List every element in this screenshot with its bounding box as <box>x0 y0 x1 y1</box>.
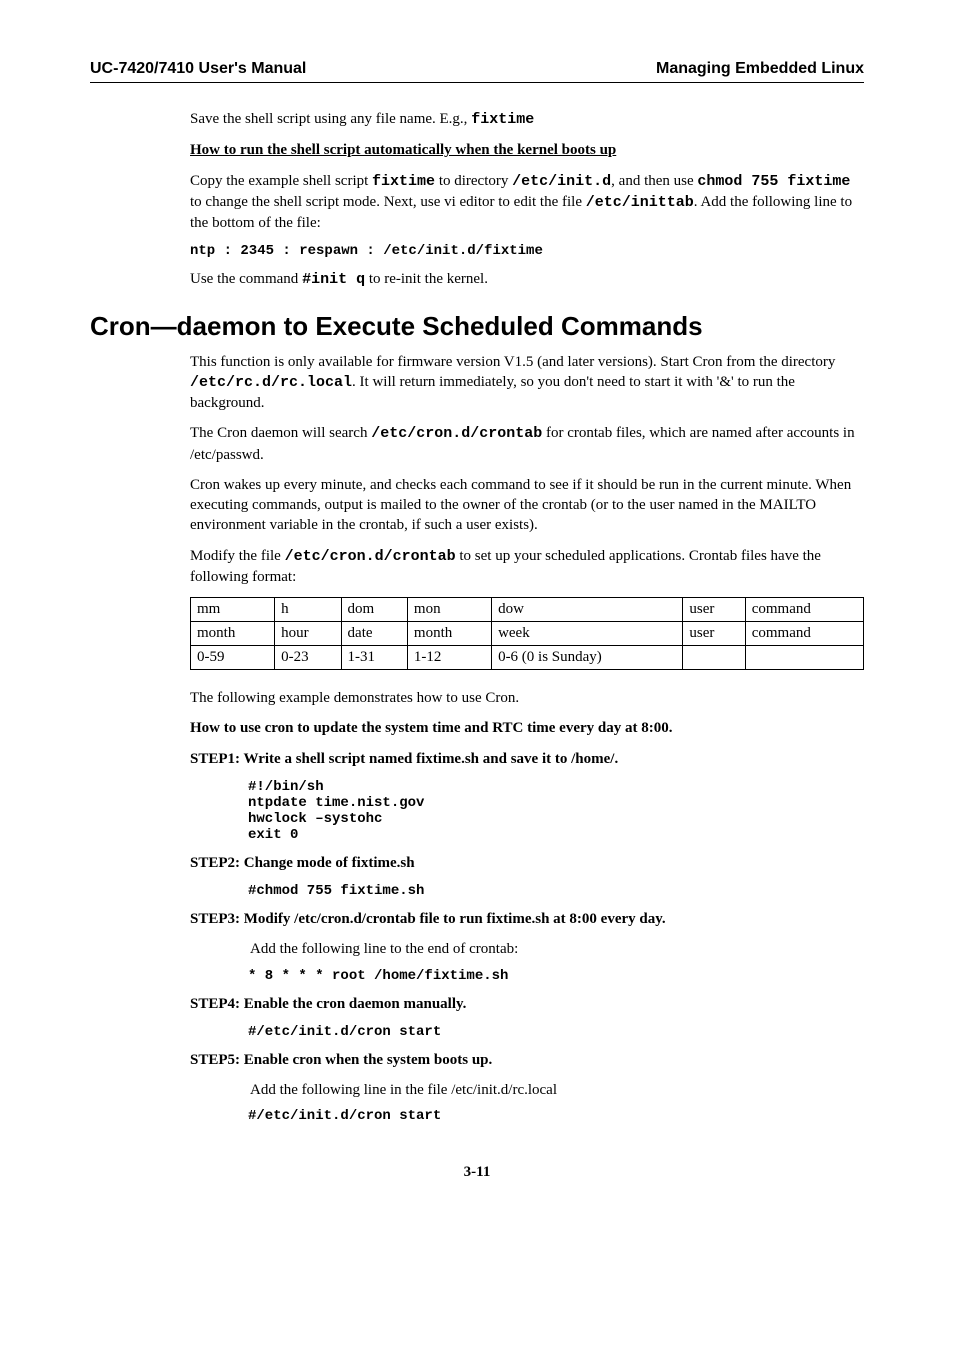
t: to change the shell script mode. Next, u… <box>190 194 586 210</box>
step5-text: Add the following line in the file /etc/… <box>250 1080 864 1100</box>
t: Use the command <box>190 271 302 287</box>
intro-block: Save the shell script using any file nam… <box>190 109 864 291</box>
usecmd-line: Use the command #init q to re-init the k… <box>190 269 864 290</box>
code: /etc/cron.d/crontab <box>285 548 456 565</box>
step3-title: STEP3: Modify /etc/cron.d/crontab file t… <box>190 909 864 929</box>
cron-p2: The Cron daemon will search /etc/cron.d/… <box>190 423 864 465</box>
cron-p1: This function is only available for firm… <box>190 352 864 414</box>
cell: mm <box>191 598 275 622</box>
cell: hour <box>275 622 341 646</box>
header-rule <box>90 82 864 83</box>
page: UC-7420/7410 User's Manual Managing Embe… <box>0 0 954 1231</box>
code: /etc/rc.d/rc.local <box>190 374 352 391</box>
t: Modify the file <box>190 548 285 564</box>
code: #init q <box>302 271 365 288</box>
t: to directory <box>435 173 512 189</box>
cron-p4: Modify the file /etc/cron.d/crontab to s… <box>190 546 864 588</box>
cell: month <box>191 622 275 646</box>
cron-block: This function is only available for firm… <box>190 352 864 1125</box>
code: /etc/inittab <box>586 194 694 211</box>
cell: 1-12 <box>407 646 491 670</box>
header-left: UC-7420/7410 User's Manual <box>90 60 306 78</box>
section-title: Cron—daemon to Execute Scheduled Command… <box>90 311 864 342</box>
step2-title: STEP2: Change mode of fixtime.sh <box>190 853 864 873</box>
step3-text: Add the following line to the end of cro… <box>250 939 864 959</box>
step5-code: #/etc/init.d/cron start <box>248 1108 864 1124</box>
howto-heading: How to run the shell script automaticall… <box>190 140 864 160</box>
step5-title: STEP5: Enable cron when the system boots… <box>190 1050 864 1070</box>
cell: user <box>683 622 745 646</box>
step2-code: #chmod 755 fixtime.sh <box>248 883 864 899</box>
code-fixtime: fixtime <box>471 111 534 128</box>
step4-title: STEP4: Enable the cron daemon manually. <box>190 994 864 1014</box>
cell: command <box>745 622 863 646</box>
cron-p3: Cron wakes up every minute, and checks e… <box>190 475 864 536</box>
copy-paragraph: Copy the example shell script fixtime to… <box>190 171 864 234</box>
t: Copy the example shell script <box>190 173 372 189</box>
cell: dow <box>492 598 683 622</box>
code: chmod 755 fixtime <box>697 173 850 190</box>
cell: h <box>275 598 341 622</box>
step1-code: #!/bin/sh ntpdate time.nist.gov hwclock … <box>248 779 864 843</box>
cell <box>745 646 863 670</box>
t: , and then use <box>611 173 697 189</box>
table-row: mm h dom mon dow user command <box>191 598 864 622</box>
demo-line: The following example demonstrates how t… <box>190 688 864 708</box>
cell: user <box>683 598 745 622</box>
cell: date <box>341 622 407 646</box>
howto-heading-text: How to run the shell script automaticall… <box>190 142 616 158</box>
save-line: Save the shell script using any file nam… <box>190 109 864 130</box>
cell: mon <box>407 598 491 622</box>
text: Save the shell script using any file nam… <box>190 111 471 127</box>
cell <box>683 646 745 670</box>
cell: week <box>492 622 683 646</box>
code: /etc/cron.d/crontab <box>371 425 542 442</box>
step4-code: #/etc/init.d/cron start <box>248 1024 864 1040</box>
step1-title: STEP1: Write a shell script named fixtim… <box>190 749 864 769</box>
table-row: 0-59 0-23 1-31 1-12 0-6 (0 is Sunday) <box>191 646 864 670</box>
header-right: Managing Embedded Linux <box>656 60 864 78</box>
cell: month <box>407 622 491 646</box>
cell: command <box>745 598 863 622</box>
page-header: UC-7420/7410 User's Manual Managing Embe… <box>90 60 864 78</box>
cell: dom <box>341 598 407 622</box>
t: This function is only available for firm… <box>190 354 835 370</box>
code: fixtime <box>372 173 435 190</box>
page-number: 3-11 <box>90 1164 864 1181</box>
code: /etc/init.d <box>512 173 611 190</box>
t: The Cron daemon will search <box>190 425 371 441</box>
howto-line: How to use cron to update the system tim… <box>190 718 864 738</box>
ntp-line: ntp : 2345 : respawn : /etc/init.d/fixti… <box>190 243 864 259</box>
step3-code: * 8 * * * root /home/fixtime.sh <box>248 968 864 984</box>
cell: 0-6 (0 is Sunday) <box>492 646 683 670</box>
t: to re-init the kernel. <box>365 271 488 287</box>
cell: 0-59 <box>191 646 275 670</box>
cell: 0-23 <box>275 646 341 670</box>
cron-table: mm h dom mon dow user command month hour… <box>190 597 864 670</box>
cell: 1-31 <box>341 646 407 670</box>
table-row: month hour date month week user command <box>191 622 864 646</box>
